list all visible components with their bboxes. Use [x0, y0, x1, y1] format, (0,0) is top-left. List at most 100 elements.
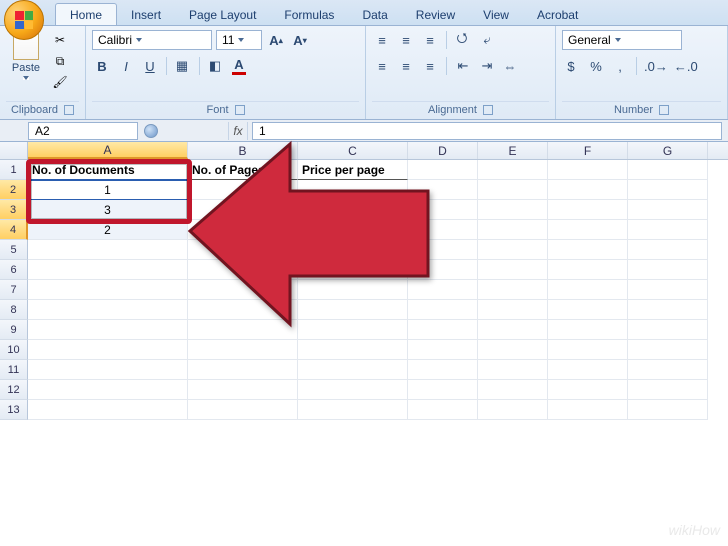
- cell[interactable]: [548, 220, 628, 240]
- shrink-font-button[interactable]: A▾: [290, 30, 310, 50]
- cell[interactable]: [548, 280, 628, 300]
- cell[interactable]: [408, 380, 478, 400]
- cell[interactable]: [408, 320, 478, 340]
- cell[interactable]: [298, 380, 408, 400]
- cell[interactable]: [298, 180, 408, 200]
- cell[interactable]: [548, 180, 628, 200]
- col-header-B[interactable]: B: [188, 142, 298, 159]
- cell[interactable]: [478, 320, 548, 340]
- tab-page-layout[interactable]: Page Layout: [175, 4, 270, 25]
- align-top-button[interactable]: ≡: [372, 30, 392, 50]
- cell[interactable]: [478, 360, 548, 380]
- row-header[interactable]: 13: [0, 400, 28, 420]
- col-header-G[interactable]: G: [628, 142, 708, 159]
- cell[interactable]: 2: [298, 200, 408, 220]
- cell[interactable]: [408, 280, 478, 300]
- tab-review[interactable]: Review: [402, 4, 469, 25]
- cell[interactable]: [478, 300, 548, 320]
- cell[interactable]: [628, 260, 708, 280]
- cell[interactable]: [28, 280, 188, 300]
- row-header[interactable]: 10: [0, 340, 28, 360]
- font-size-combo[interactable]: 11: [216, 30, 262, 50]
- cell[interactable]: [28, 380, 188, 400]
- cell[interactable]: [548, 360, 628, 380]
- currency-button[interactable]: $: [562, 56, 582, 76]
- cell[interactable]: Price per page: [298, 160, 408, 180]
- cell[interactable]: [188, 240, 298, 260]
- align-middle-button[interactable]: ≡: [396, 30, 416, 50]
- row-header[interactable]: 7: [0, 280, 28, 300]
- fill-color-button[interactable]: ◧: [206, 56, 226, 76]
- italic-button[interactable]: I: [116, 56, 136, 76]
- cell[interactable]: [478, 400, 548, 420]
- row-header[interactable]: 8: [0, 300, 28, 320]
- cell[interactable]: No. of Documents: [28, 160, 188, 180]
- cell[interactable]: [478, 220, 548, 240]
- cell[interactable]: [548, 400, 628, 420]
- cell[interactable]: [408, 400, 478, 420]
- cell[interactable]: [548, 240, 628, 260]
- row-header[interactable]: 2: [0, 180, 28, 200]
- cell[interactable]: [188, 180, 298, 200]
- cell[interactable]: [408, 260, 478, 280]
- cell[interactable]: [628, 300, 708, 320]
- cell[interactable]: 1: [28, 180, 188, 200]
- name-box[interactable]: A2: [28, 122, 138, 140]
- cell[interactable]: [408, 240, 478, 260]
- office-button[interactable]: [4, 0, 44, 40]
- cell[interactable]: [478, 260, 548, 280]
- underline-button[interactable]: U: [140, 56, 160, 76]
- align-center-button[interactable]: ≡: [396, 56, 416, 76]
- cell[interactable]: [188, 300, 298, 320]
- comma-button[interactable]: ,: [610, 56, 630, 76]
- decrease-indent-button[interactable]: ⇤: [453, 56, 473, 76]
- cell[interactable]: [628, 160, 708, 180]
- cell[interactable]: [628, 200, 708, 220]
- tab-home[interactable]: Home: [55, 3, 117, 25]
- select-all-corner[interactable]: [0, 142, 28, 159]
- cell[interactable]: [548, 160, 628, 180]
- cell[interactable]: [298, 260, 408, 280]
- font-color-button[interactable]: A: [230, 56, 250, 76]
- wrap-text-button[interactable]: ⤶: [477, 30, 497, 50]
- cell[interactable]: [548, 300, 628, 320]
- cell[interactable]: [408, 360, 478, 380]
- row-header[interactable]: 12: [0, 380, 28, 400]
- cell[interactable]: [28, 320, 188, 340]
- dialog-launcher-icon[interactable]: [64, 105, 74, 115]
- cell[interactable]: [628, 280, 708, 300]
- cell[interactable]: [478, 240, 548, 260]
- cell[interactable]: No. of Pages: [188, 160, 298, 180]
- fx-button[interactable]: fx: [228, 122, 248, 140]
- increase-indent-button[interactable]: ⇥: [477, 56, 497, 76]
- worksheet[interactable]: ABCDEFG 1No. of DocumentsNo. of PagesPri…: [0, 142, 728, 420]
- cell[interactable]: [28, 400, 188, 420]
- align-left-button[interactable]: ≡: [372, 56, 392, 76]
- cell[interactable]: [408, 200, 478, 220]
- cell[interactable]: [28, 340, 188, 360]
- cell[interactable]: [408, 160, 478, 180]
- cell[interactable]: [408, 220, 478, 240]
- cut-button[interactable]: ✂: [52, 32, 68, 48]
- increase-decimal-button[interactable]: .0→: [643, 56, 669, 76]
- borders-button[interactable]: ▦: [173, 56, 193, 76]
- copy-button[interactable]: ⧉: [52, 53, 68, 69]
- row-header[interactable]: 9: [0, 320, 28, 340]
- cell[interactable]: [548, 260, 628, 280]
- cell[interactable]: [628, 340, 708, 360]
- row-header[interactable]: 11: [0, 360, 28, 380]
- col-header-D[interactable]: D: [408, 142, 478, 159]
- cell[interactable]: [298, 400, 408, 420]
- tab-view[interactable]: View: [469, 4, 523, 25]
- cell[interactable]: [188, 260, 298, 280]
- align-right-button[interactable]: ≡: [420, 56, 440, 76]
- row-header[interactable]: 4: [0, 220, 28, 240]
- cell[interactable]: [628, 400, 708, 420]
- cell[interactable]: [188, 360, 298, 380]
- cell[interactable]: [628, 380, 708, 400]
- dialog-launcher-icon[interactable]: [235, 105, 245, 115]
- cell[interactable]: [188, 200, 298, 220]
- cell[interactable]: [28, 300, 188, 320]
- cell[interactable]: [28, 360, 188, 380]
- cell[interactable]: [188, 380, 298, 400]
